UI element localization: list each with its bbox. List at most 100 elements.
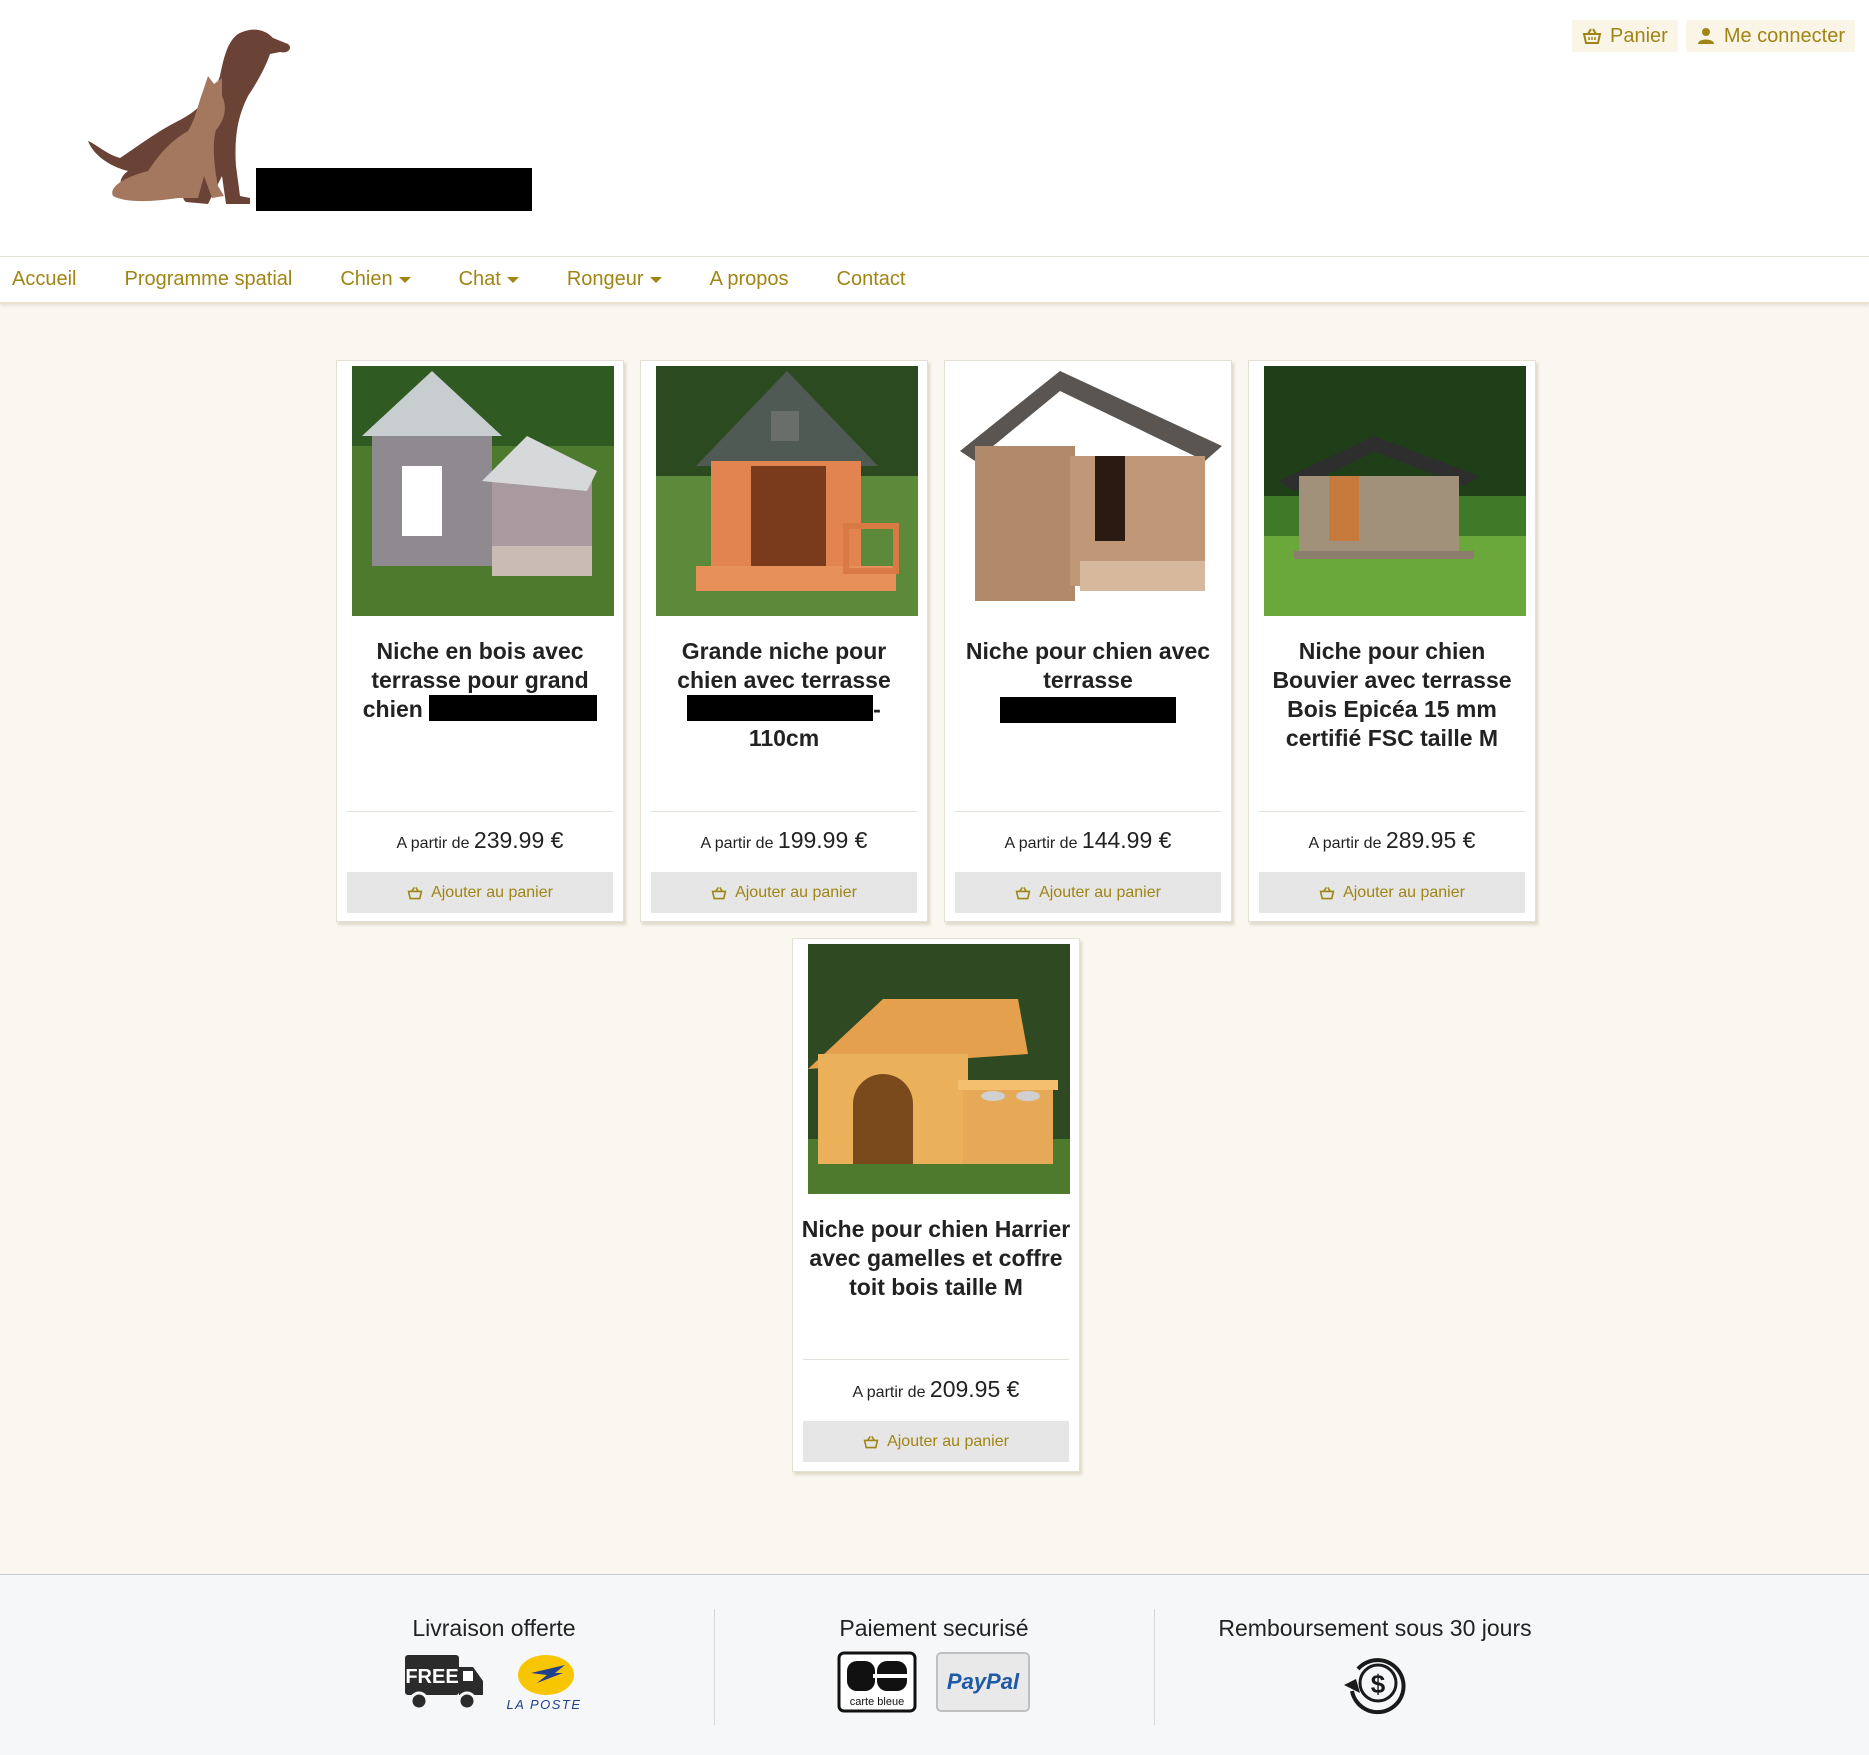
divider [651,811,917,812]
basket-icon [407,886,423,899]
add-to-cart-button[interactable]: Ajouter au panier [803,1421,1069,1462]
product-title-text: Niche pour chien avec terrasse [965,638,1211,693]
product-image[interactable] [1264,366,1526,616]
product-card: Niche pour chien Harrier avec gamelles e… [792,938,1080,1472]
la-poste-logo-icon: LA POSTE [506,1655,581,1712]
caret-down-icon [506,276,519,283]
product-title[interactable]: Grande niche pour chien avec terrasse - … [649,637,919,753]
login-button[interactable]: Me connecter [1685,20,1855,52]
product-title-text: Niche pour chien Harrier avec gamelles e… [801,1216,1071,1300]
nav-rongeur-dropdown[interactable]: Rongeur [567,268,662,291]
la-poste-text: LA POSTE [506,1697,581,1712]
footer-delivery-icons: FREE LA POSTE [274,1651,714,1715]
nav-chat-dropdown[interactable]: Chat [459,268,519,291]
footer-delivery: Livraison offerte FREE LA POSTE [274,1575,714,1755]
product-card: Niche pour chien avec terrasse A partir … [944,360,1232,922]
redacted-text [687,695,874,721]
price-prefix: A partir de [852,1384,926,1401]
divider [1259,811,1525,812]
add-to-cart-button[interactable]: Ajouter au panier [347,872,613,913]
product-image[interactable] [656,366,918,616]
product-price: A partir de 289.95 € [1249,827,1535,854]
basket-icon [1582,28,1602,44]
add-to-cart-button[interactable]: Ajouter au panier [955,872,1221,913]
main-nav: Accueil Programme spatial Chien Chat Ron… [0,256,1869,304]
doghouse-image [808,944,1070,1194]
nav-label: Accueil [12,268,77,290]
price-prefix: A partir de [700,835,774,852]
nav-label: Programme spatial [124,268,293,290]
price-prefix: A partir de [1004,835,1078,852]
add-to-cart-label: Ajouter au panier [735,883,857,901]
add-to-cart-label: Ajouter au panier [1039,883,1161,901]
svg-text:$: $ [1371,1669,1386,1699]
footer-delivery-title: Livraison offerte [412,1615,576,1641]
footer-payment-title: Paiement securisé [839,1615,1029,1641]
add-to-cart-button[interactable]: Ajouter au panier [1259,872,1525,913]
nav-label: Chien [340,268,393,290]
add-to-cart-button[interactable]: Ajouter au panier [651,872,917,913]
product-price: A partir de 199.99 € [641,827,927,854]
paypal-text: PayPal [947,1669,1020,1694]
divider [803,1359,1069,1360]
carte-bleue-text: carte bleue [850,1696,904,1708]
add-to-cart-label: Ajouter au panier [431,883,553,901]
nav-label: A propos [709,268,789,290]
user-icon [1697,28,1714,44]
doghouse-image [1264,366,1526,616]
footer-refund: Remboursement sous 30 jours $ [1155,1575,1595,1755]
footer-payment-icons: carte bleue PayPal [715,1651,1153,1713]
login-label: Me connecter [1723,24,1845,47]
product-title-text: Niche pour chien Bouvier avec terrasse B… [1272,638,1512,751]
price-value: 239.99 € [473,827,564,853]
product-card: Niche en bois avec terrasse pour grand c… [336,360,624,922]
carte-bleue-icon: carte bleue [837,1651,917,1713]
product-title[interactable]: Niche en bois avec terrasse pour grand c… [345,637,615,724]
footer-refund-icons: $ [1155,1651,1595,1715]
product-title[interactable]: Niche pour chien Bouvier avec terrasse B… [1257,637,1527,753]
product-image[interactable] [808,944,1070,1194]
product-title[interactable]: Niche pour chien Harrier avec gamelles e… [801,1215,1071,1302]
basket-icon [711,886,727,899]
product-price: A partir de 239.99 € [337,827,623,854]
site-header: Panier Me connecter [0,0,1869,256]
product-card: Niche pour chien Bouvier avec terrasse B… [1248,360,1536,922]
nav-chien-dropdown[interactable]: Chien [340,268,411,291]
nav-contact[interactable]: Contact [837,268,906,291]
add-to-cart-label: Ajouter au panier [887,1432,1009,1450]
product-title-text: Grande niche pour chien avec terrasse [677,638,891,693]
price-prefix: A partir de [396,835,470,852]
price-value: 289.95 € [1385,827,1476,853]
footer-refund-title: Remboursement sous 30 jours [1218,1615,1532,1641]
basket-icon [1319,886,1335,899]
redacted-text [1000,697,1176,723]
redacted-text [429,695,598,721]
nav-programme-spatial[interactable]: Programme spatial [124,268,292,291]
product-price: A partir de 144.99 € [945,827,1231,854]
product-card: Grande niche pour chien avec terrasse - … [640,360,928,922]
nav-label: Contact [836,268,906,290]
cart-label: Panier [1610,24,1668,47]
product-title[interactable]: Niche pour chien avec terrasse [953,637,1223,723]
product-price: A partir de 209.95 € [793,1376,1079,1403]
price-value: 199.99 € [777,827,868,853]
cart-button[interactable]: Panier [1572,20,1678,52]
site-logo[interactable] [88,26,548,216]
nav-label: Chat [458,268,501,290]
price-value: 209.95 € [929,1376,1020,1402]
product-image[interactable] [960,366,1222,616]
nav-accueil[interactable]: Accueil [12,268,76,291]
product-image[interactable] [352,366,614,616]
footer-payment: Paiement securisé carte bleue PayPal [715,1575,1153,1755]
price-value: 144.99 € [1081,827,1172,853]
doghouse-image [352,366,614,616]
divider [347,811,613,812]
nav-label: Rongeur [566,268,644,290]
caret-down-icon [649,276,662,283]
nav-a-propos[interactable]: A propos [710,268,789,291]
site-footer: Livraison offerte FREE LA POSTE Paiement… [0,1574,1869,1755]
free-text: FREE [405,1666,458,1688]
header-actions: Panier Me connecter [1572,20,1855,52]
redacted-brand-name [256,168,532,211]
doghouse-image [960,366,1222,616]
